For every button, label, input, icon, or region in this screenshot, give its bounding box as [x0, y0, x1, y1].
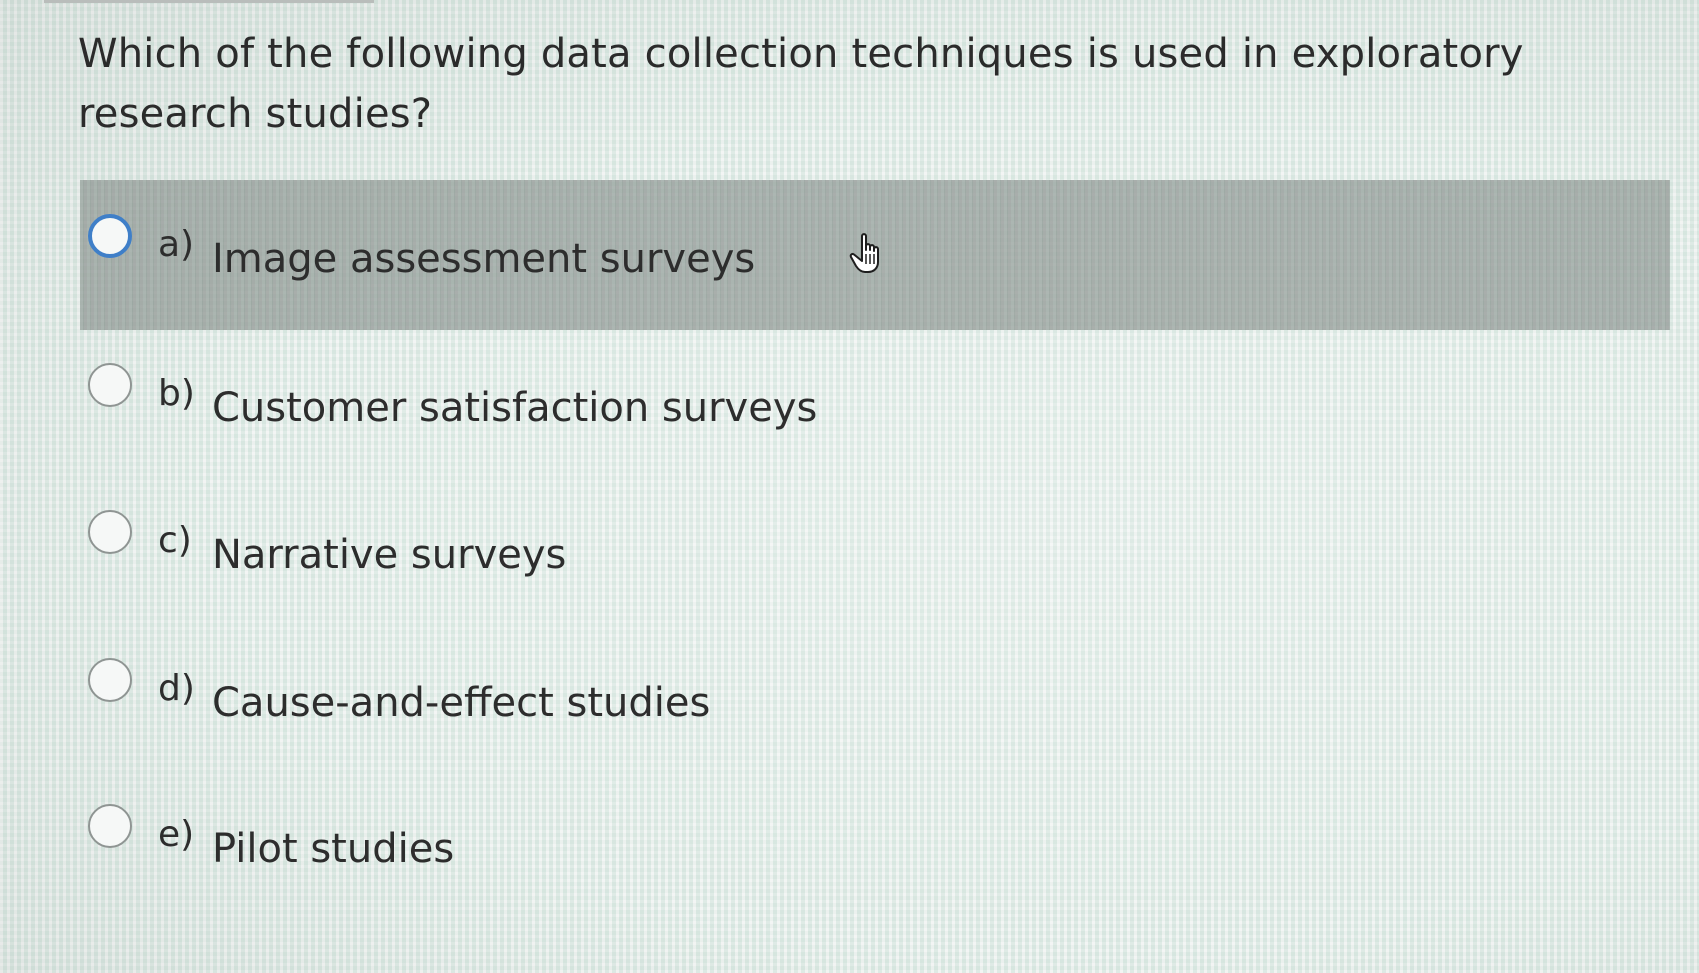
hand-pointer-icon	[849, 233, 879, 273]
option-letter: e)	[158, 814, 195, 855]
option-letter: b)	[158, 373, 195, 414]
option-text: Customer satisfaction surveys	[212, 385, 818, 431]
option-text: Narrative surveys	[212, 532, 567, 578]
radio-button-icon[interactable]	[88, 804, 132, 848]
option-letter: d)	[158, 668, 195, 709]
option-c[interactable]: c) Narrative surveys	[80, 492, 1670, 642]
answer-options: a) Image assessment surveys b) Customer …	[0, 0, 1699, 973]
option-e[interactable]: e) Pilot studies	[80, 786, 1670, 936]
radio-button-icon[interactable]	[88, 363, 132, 407]
option-text: Cause-and-effect studies	[212, 680, 711, 726]
option-letter: c)	[158, 520, 192, 561]
option-text: Pilot studies	[212, 826, 455, 872]
option-b[interactable]: b) Customer satisfaction surveys	[80, 345, 1670, 495]
radio-button-icon[interactable]	[88, 658, 132, 702]
radio-button-icon[interactable]	[88, 214, 132, 258]
option-letter: a)	[158, 224, 195, 265]
option-d[interactable]: d) Cause-and-effect studies	[80, 640, 1670, 790]
radio-button-icon[interactable]	[88, 510, 132, 554]
option-text: Image assessment surveys	[212, 236, 756, 282]
